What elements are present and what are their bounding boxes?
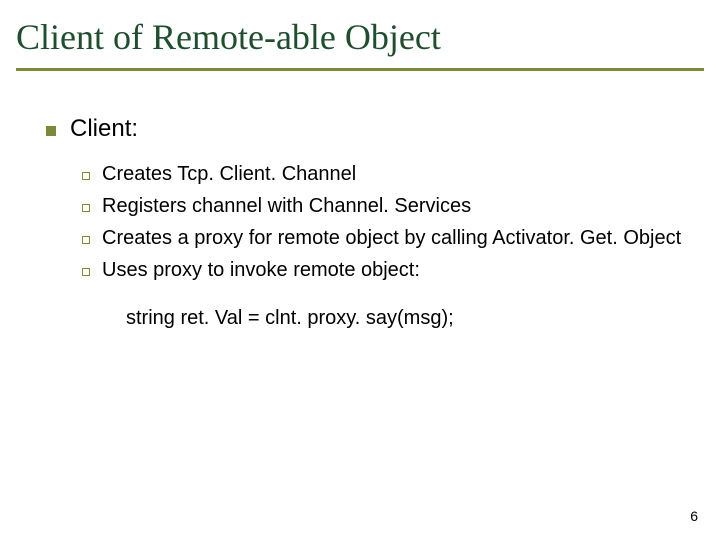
bullet-level-1: Client:	[46, 115, 694, 143]
bullet-level-2-text: Creates Tcp. Client. Channel	[102, 161, 356, 187]
slide-body: Client: Creates Tcp. Client. Channel Reg…	[16, 71, 704, 330]
bullet-level-2-text: Uses proxy to invoke remote object:	[102, 257, 420, 283]
page-number: 6	[690, 508, 698, 524]
hollow-square-bullet-icon	[82, 268, 90, 276]
bullet-level-2: Creates a proxy for remote object by cal…	[82, 225, 694, 251]
sub-bullet-group: Creates Tcp. Client. Channel Registers c…	[46, 161, 694, 283]
hollow-square-bullet-icon	[82, 204, 90, 212]
bullet-level-2: Creates Tcp. Client. Channel	[82, 161, 694, 187]
bullet-level-2: Registers channel with Channel. Services	[82, 193, 694, 219]
square-bullet-icon	[46, 126, 56, 136]
code-snippet: string ret. Val = clnt. proxy. say(msg);	[46, 307, 694, 330]
bullet-level-2-text: Creates a proxy for remote object by cal…	[102, 225, 681, 251]
slide: Client of Remote-able Object Client: Cre…	[0, 0, 720, 540]
hollow-square-bullet-icon	[82, 236, 90, 244]
slide-title: Client of Remote-able Object	[16, 12, 704, 71]
bullet-level-2: Uses proxy to invoke remote object:	[82, 257, 694, 283]
bullet-level-2-text: Registers channel with Channel. Services	[102, 193, 471, 219]
bullet-level-1-text: Client:	[70, 115, 138, 143]
hollow-square-bullet-icon	[82, 172, 90, 180]
